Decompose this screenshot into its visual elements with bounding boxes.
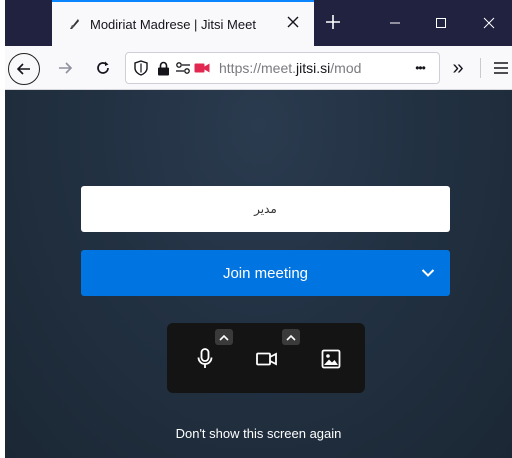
hamburger-menu-icon[interactable]: [489, 56, 512, 80]
url-prefix: https://meet.: [219, 60, 297, 76]
permissions-icon[interactable]: [174, 59, 192, 77]
device-toolbox: [167, 323, 365, 393]
url-path: /mod: [330, 60, 362, 76]
display-name-input[interactable]: [81, 186, 450, 232]
new-tab-icon[interactable]: [320, 9, 346, 35]
camera-icon[interactable]: [251, 343, 283, 375]
virtual-background-icon[interactable]: [315, 343, 347, 375]
url-host: jitsi.si: [296, 60, 331, 76]
jitsi-favicon-icon: [66, 16, 82, 32]
minimize-icon[interactable]: [372, 0, 418, 46]
join-meeting-button[interactable]: Join meeting: [81, 250, 450, 296]
page-actions-icon[interactable]: •••: [407, 59, 433, 77]
prejoin-screen: Join meeting Don't show this screen agai…: [5, 90, 512, 458]
tab-close-icon[interactable]: [284, 13, 302, 31]
chevron-down-icon[interactable]: [418, 263, 438, 283]
maximize-icon[interactable]: [418, 0, 464, 46]
url-text: https://meet.jitsi.si/mod: [219, 60, 369, 76]
tab-strip: Modiriat Madrese | Jitsi Meet: [5, 0, 512, 46]
browser-window: Modiriat Madrese | Jitsi Meet https://me…: [5, 0, 512, 458]
reload-button[interactable]: [87, 52, 119, 84]
window-close-icon[interactable]: [466, 0, 512, 46]
tab-title: Modiriat Madrese | Jitsi Meet: [90, 16, 256, 32]
shield-icon[interactable]: [132, 59, 150, 77]
camera-in-use-icon[interactable]: [193, 59, 211, 77]
address-bar[interactable]: https://meet.jitsi.si/mod •••: [125, 52, 440, 84]
forward-button[interactable]: [49, 52, 81, 84]
dont-show-again-link[interactable]: Don't show this screen again: [5, 426, 512, 441]
tab-jitsi-meet[interactable]: Modiriat Madrese | Jitsi Meet: [52, 0, 314, 46]
microphone-icon[interactable]: [189, 343, 221, 375]
navigation-bar: https://meet.jitsi.si/mod ••• »: [5, 46, 512, 90]
lock-icon[interactable]: [154, 59, 172, 77]
overflow-menu-icon[interactable]: »: [445, 56, 471, 80]
video-settings-caret-icon[interactable]: [282, 329, 300, 345]
toolbar-separator: [480, 58, 481, 78]
join-meeting-label: Join meeting: [222, 264, 309, 282]
back-button[interactable]: [8, 53, 40, 85]
